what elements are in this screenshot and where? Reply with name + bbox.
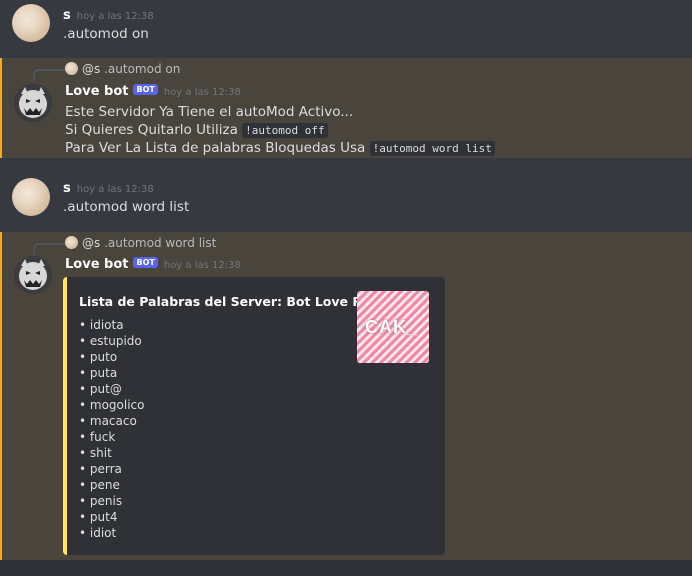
- message-2: @s .automod on Love bot BOT hoy a las 12:3…: [0, 58, 692, 158]
- list-item: • put@: [79, 382, 122, 396]
- list-item: • shit: [79, 446, 112, 460]
- timestamp: hoy a las 12:38: [163, 87, 241, 98]
- thumbnail-text: CAK_: [365, 317, 419, 337]
- reply-text: .automod on: [104, 62, 181, 76]
- list-item: • mogolico: [79, 398, 145, 412]
- list-item: • idiota: [79, 318, 124, 332]
- list-item: • penis: [79, 494, 123, 508]
- message-line-2-text: Si Quieres Quitarlo Utiliza: [65, 122, 238, 138]
- inline-code: !automod word list: [369, 141, 495, 156]
- message-content: .automod on: [63, 25, 149, 43]
- message-line-1: Este Servidor Ya Tiene el autoMod Activo…: [65, 104, 354, 120]
- username[interactable]: Love bot: [65, 257, 128, 272]
- bot-badge: BOT: [133, 257, 158, 268]
- bot-badge: BOT: [133, 84, 158, 95]
- bot-avatar[interactable]: [14, 84, 52, 122]
- reply-spine: [33, 69, 65, 81]
- reply-text: .automod word list: [104, 236, 217, 250]
- bot-avatar[interactable]: [14, 256, 52, 294]
- message-content: Este Servidor Ya Tiene el autoMod Activo…: [65, 103, 495, 157]
- message-header: Love bot BOT hoy a las 12:38: [65, 84, 241, 99]
- list-item: • macaco: [79, 414, 137, 428]
- list-item: • estupido: [79, 334, 142, 348]
- timestamp: hoy a las 12:38: [163, 260, 241, 271]
- reply-avatar: [65, 236, 78, 249]
- user-avatar[interactable]: [12, 4, 50, 42]
- list-item: • put4: [79, 510, 118, 524]
- message-3: s hoy a las 12:38 .automod word list: [0, 168, 692, 232]
- message-header: Love bot BOT hoy a las 12:38: [65, 257, 241, 272]
- timestamp: hoy a las 12:38: [76, 184, 154, 195]
- message-line-3-text: Para Ver La Lista de palabras Bloquedas …: [65, 140, 366, 156]
- monster-face-icon: [14, 84, 52, 122]
- inline-code: !automod off: [242, 123, 328, 138]
- message-1: s hoy a las 12:38 .automod on: [0, 0, 692, 58]
- monster-face-icon: [14, 256, 52, 294]
- message-header: s hoy a las 12:38: [63, 8, 154, 23]
- message-text: .automod word list: [63, 199, 190, 215]
- list-item: • puto: [79, 350, 118, 364]
- username[interactable]: s: [63, 181, 71, 196]
- message-line-3: Para Ver La Lista de palabras Bloquedas …: [65, 139, 495, 157]
- reply-spine: [33, 243, 65, 255]
- user-avatar[interactable]: [12, 178, 50, 216]
- message-line-2: Si Quieres Quitarlo Utiliza !automod off: [65, 121, 495, 139]
- reply-preview[interactable]: @s .automod word list: [65, 236, 216, 250]
- message-text: .automod on: [63, 26, 149, 42]
- embed-card: Lista de Palabras del Server: Bot Love R…: [63, 277, 445, 555]
- timestamp: hoy a las 12:38: [76, 11, 154, 22]
- message-header: s hoy a las 12:38: [63, 181, 154, 196]
- list-item: • idiot: [79, 526, 117, 540]
- list-item: • fuck: [79, 430, 116, 444]
- list-item: • perra: [79, 462, 122, 476]
- list-item: • puta: [79, 366, 118, 380]
- reply-author: @s: [82, 62, 101, 76]
- blocked-word-list: • idiota • estupido • puto • puta • put@…: [79, 317, 145, 541]
- username[interactable]: Love bot: [65, 84, 128, 99]
- embed-thumbnail[interactable]: CAK_: [357, 291, 429, 363]
- username[interactable]: s: [63, 8, 71, 23]
- message-content: .automod word list: [63, 198, 189, 216]
- list-item: • pene: [79, 478, 120, 492]
- bottom-bar: [0, 560, 692, 576]
- embed-title: Lista de Palabras del Server: Bot Love R…: [79, 294, 394, 309]
- reply-preview[interactable]: @s .automod on: [65, 62, 180, 76]
- reply-avatar: [65, 62, 78, 75]
- reply-author: @s: [82, 236, 101, 250]
